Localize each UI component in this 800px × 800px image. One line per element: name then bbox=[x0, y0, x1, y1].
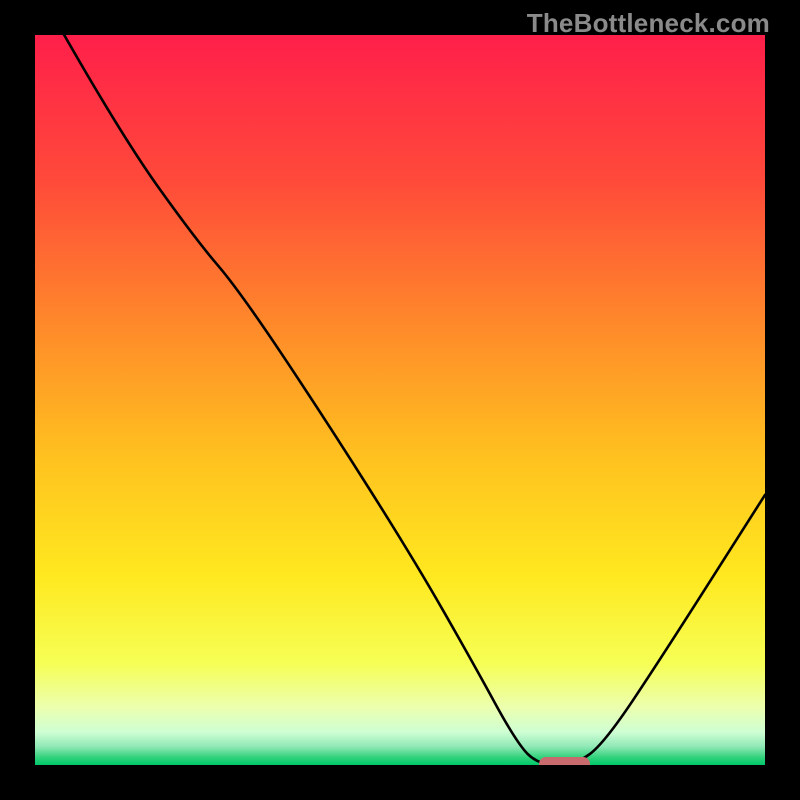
chart-frame: TheBottleneck.com bbox=[0, 0, 800, 800]
optimal-marker bbox=[539, 757, 590, 765]
watermark-text: TheBottleneck.com bbox=[527, 8, 770, 39]
background-gradient bbox=[35, 35, 765, 765]
plot-area bbox=[35, 35, 765, 765]
